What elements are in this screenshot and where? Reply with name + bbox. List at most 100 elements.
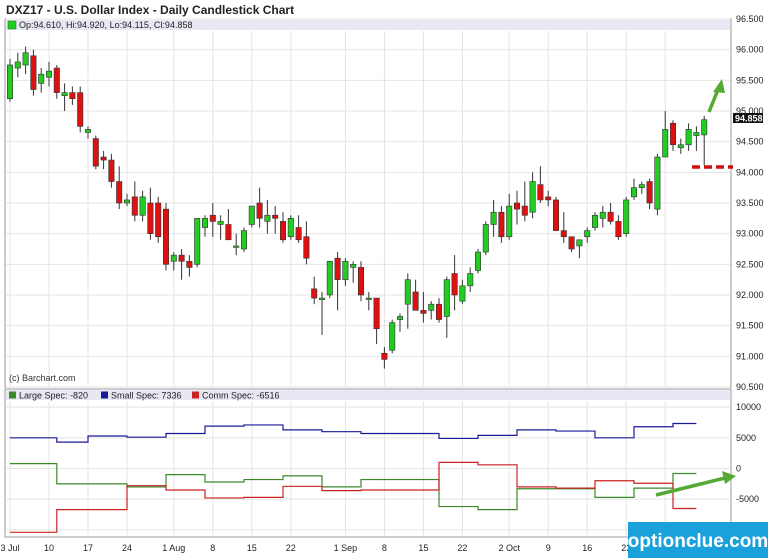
candle-body (467, 273, 474, 287)
candle-body (264, 214, 271, 222)
candle-body (701, 119, 708, 136)
candle-body (326, 260, 333, 296)
price-y-axis: 90.500 91.000 91.500 92.000 92.500 93.000 93.5… (736, 14, 764, 392)
candle-body (139, 196, 146, 216)
candle-body (591, 214, 598, 228)
cot-tick-label: 5000 (736, 433, 756, 443)
cot-y-axis: -10000-50000500010000 (736, 402, 764, 535)
x-tick-label: 10 (44, 543, 54, 553)
candle-body (490, 211, 497, 225)
candle-body (357, 267, 364, 296)
x-tick-label: 1 Aug (162, 543, 185, 553)
candle-body (474, 251, 481, 271)
x-tick-label: 15 (418, 543, 428, 553)
candle-body (420, 310, 427, 314)
candle-body (607, 211, 614, 222)
price-tick-label: 94.000 (736, 167, 764, 177)
candle-body (373, 297, 380, 330)
price-tick-label: 93.000 (736, 229, 764, 239)
candle-body (396, 316, 403, 320)
candle-body (241, 230, 248, 250)
candle-body (615, 221, 622, 238)
candle-body (256, 202, 263, 219)
candle-body (287, 218, 294, 238)
candle-body (202, 218, 209, 228)
candle-body (459, 285, 466, 302)
cot-tick-label: 0 (736, 464, 741, 474)
price-tick-label: 96.000 (736, 45, 764, 55)
x-tick-label: 22 (286, 543, 296, 553)
candle-body (404, 279, 411, 305)
candle-body (482, 224, 489, 253)
legend-label: Small Spec: 7336 (111, 391, 182, 401)
legend-swatch (9, 391, 16, 399)
x-tick-label: 1 Sep (334, 543, 358, 553)
candle-body (7, 64, 14, 100)
legend-label: Large Spec: -820 (19, 391, 88, 401)
candle-body (170, 254, 177, 262)
candle-body (685, 129, 692, 146)
candle-body (389, 322, 396, 351)
candle-body (233, 245, 240, 248)
candle-body (248, 205, 255, 225)
candle-body (194, 218, 201, 265)
candle-body (77, 92, 84, 127)
price-tick-label: 96.500 (736, 14, 764, 24)
candle-body (443, 279, 450, 317)
x-tick-label: 24 (122, 543, 132, 553)
candle-body (451, 273, 458, 296)
candle-body (22, 52, 29, 66)
candle-body (311, 288, 318, 299)
candle-body (412, 291, 419, 311)
candle-body (279, 221, 286, 241)
candle-body (186, 260, 193, 268)
x-tick-label: 9 (546, 543, 551, 553)
x-tick-label: 15 (247, 543, 257, 553)
x-tick-label: 16 (582, 543, 592, 553)
candle-body (521, 205, 528, 216)
candle-body (61, 92, 68, 96)
candle-body (584, 230, 591, 238)
candle-body (217, 221, 224, 225)
candle-body (131, 196, 138, 216)
candle-body (638, 184, 645, 188)
candle-body (342, 260, 349, 280)
candle-body (381, 352, 388, 360)
candle-body (537, 184, 544, 201)
candle-body (38, 73, 45, 84)
candle-body (630, 187, 637, 198)
candle-body (677, 144, 684, 149)
ohlc-candle-swatch (7, 20, 17, 30)
candle-body (272, 214, 279, 219)
price-tick-label: 91.500 (736, 321, 764, 331)
candle-body (116, 181, 123, 204)
candle-body (506, 205, 513, 238)
candle-body (654, 156, 661, 210)
candle-body (599, 211, 606, 219)
price-tick-label: 91.000 (736, 351, 764, 361)
brand-badge-text: optionclue.com (628, 531, 768, 552)
chart-canvas: DXZ17 - U.S. Dollar Index - Daily Candle… (0, 3, 768, 558)
x-tick-label: 17 (83, 543, 93, 553)
candle-body (69, 92, 76, 100)
x-axis: 3 Jul 10 17 24 1 Aug 8 15 22 1 Sep 8 15 22 2 Oct 9 16 2… (0, 543, 670, 553)
candle-body (428, 303, 435, 311)
candle-body (623, 199, 630, 234)
candle-body (334, 257, 341, 280)
candle-body (568, 236, 575, 250)
x-tick-label: 8 (210, 543, 215, 553)
cot-legend: Large Spec: -820 Small Spec: 7336 Comm Spe… (9, 391, 280, 401)
candle-body (108, 159, 115, 182)
price-tick-label: 95.500 (736, 75, 764, 85)
candle-body (513, 202, 520, 210)
candle-body (178, 254, 185, 262)
candle-body (30, 55, 37, 90)
x-tick-label: 8 (382, 543, 387, 553)
candle-body (498, 211, 505, 238)
candle-body (552, 199, 559, 231)
candle-body (646, 181, 653, 204)
candle-body (693, 132, 700, 136)
candle-body (163, 208, 170, 265)
candle-body (45, 70, 52, 78)
candle-body (529, 181, 536, 213)
